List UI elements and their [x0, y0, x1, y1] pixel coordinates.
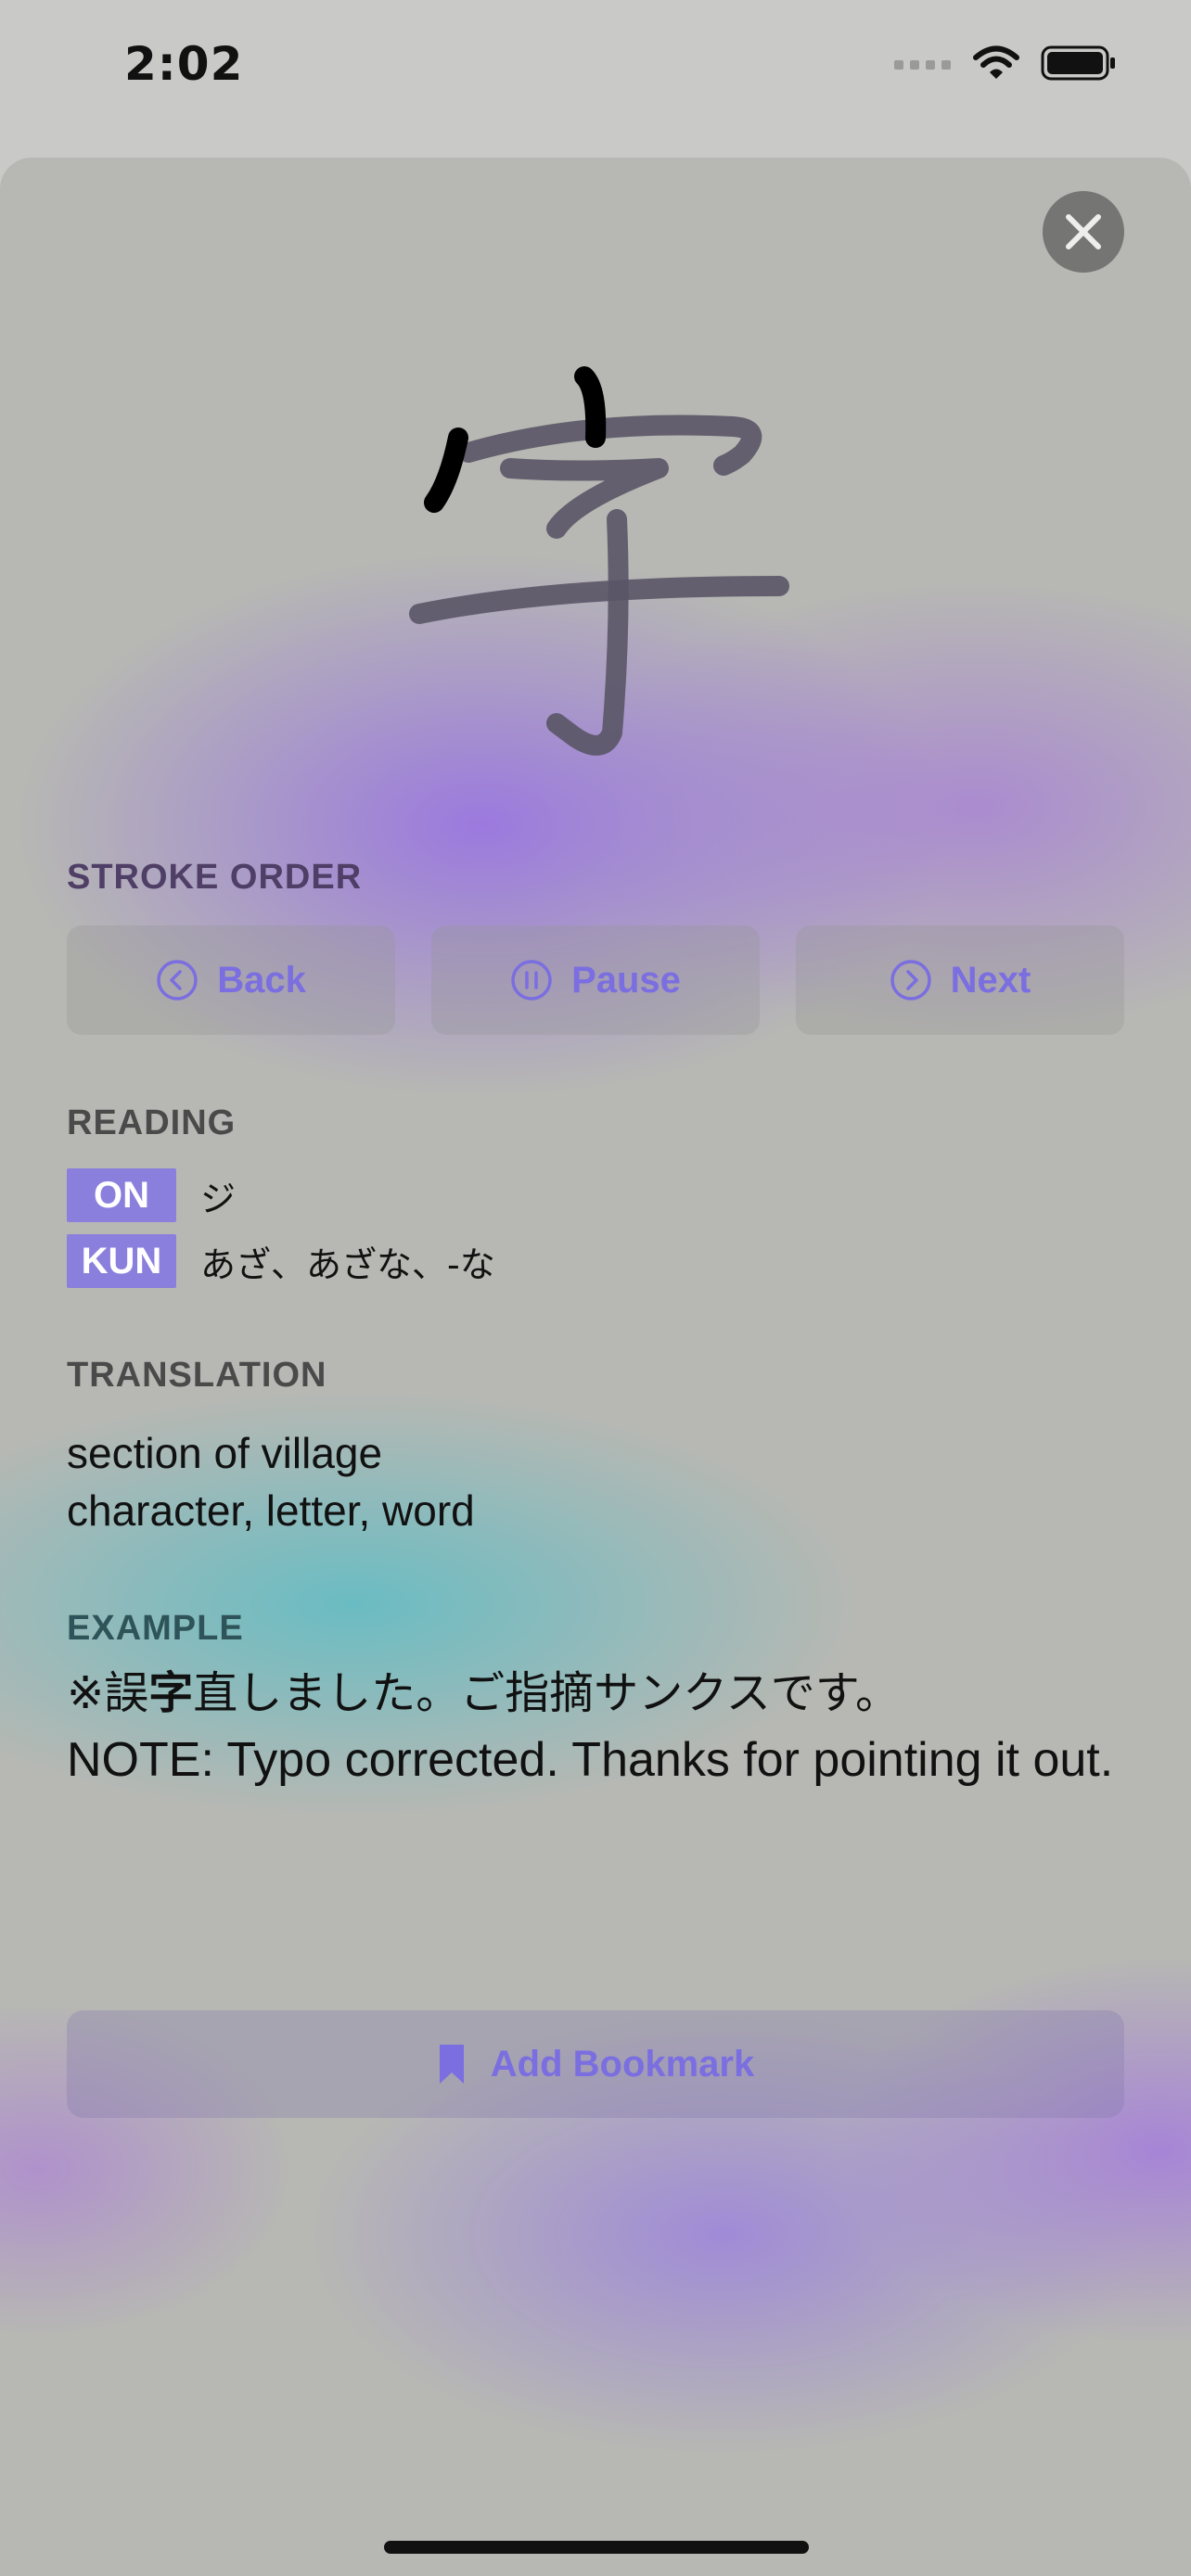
kanji-stroke-2 [424, 427, 468, 513]
pause-circle-icon [510, 959, 553, 1001]
example-japanese-prefix: ※誤 [67, 1667, 149, 1719]
back-button-label: Back [217, 959, 306, 1001]
translation-label: TRANSLATION [67, 1356, 327, 1395]
close-button[interactable] [1043, 191, 1124, 273]
add-bookmark-button[interactable]: Add Bookmark [67, 2010, 1124, 2118]
translation-line: section of village [67, 1429, 383, 1477]
wifi-icon [973, 45, 1019, 79]
translation-text: section of village character, letter, wo… [67, 1424, 475, 1539]
close-icon [1066, 214, 1101, 249]
next-button[interactable]: Next [796, 925, 1124, 1035]
example-english: NOTE: Typo corrected. Thanks for pointin… [67, 1733, 1114, 1787]
example-text: ※誤字直しました。ご指摘サンクスです。 NOTE: Typo corrected… [67, 1660, 1115, 1793]
example-highlight-kanji: 字 [148, 1667, 194, 1719]
bookmark-icon [439, 2045, 464, 2084]
kanji-stroke-5 [409, 576, 789, 624]
battery-icon [1041, 45, 1115, 81]
cellular-signal-icon [894, 60, 951, 70]
back-button[interactable]: Back [67, 925, 395, 1035]
kanji-stroke-6 [546, 509, 629, 756]
status-bar: 2:02 [0, 0, 1191, 139]
kanji-stroke-1 [574, 366, 607, 448]
example-japanese-suffix: 直しました。ご指摘サンクスです。 [193, 1667, 901, 1719]
kanji-stroke-4 [500, 458, 669, 539]
translation-line: character, letter, word [67, 1486, 475, 1535]
add-bookmark-label: Add Bookmark [490, 2043, 755, 2085]
stroke-order-label: STROKE ORDER [67, 858, 363, 897]
status-time: 2:02 [124, 37, 244, 91]
example-label: EXAMPLE [67, 1609, 244, 1648]
kun-reading-row: KUN あざ、あざな、-な [67, 1234, 495, 1288]
chevron-right-circle-icon [890, 959, 932, 1001]
example-japanese: ※誤字直しました。ご指摘サンクスです。 [67, 1660, 1115, 1727]
on-badge: ON [67, 1168, 176, 1222]
pause-button-label: Pause [571, 959, 681, 1001]
next-button-label: Next [950, 959, 1031, 1001]
pause-button[interactable]: Pause [431, 925, 760, 1035]
on-reading-row: ON ジ [67, 1168, 236, 1222]
kanji-stroke-diagram: 字 [390, 343, 807, 788]
kanji-character: 字 [598, 657, 599, 659]
on-reading-value: ジ [200, 1178, 237, 1219]
kun-reading-value: あざ、あざな、-な [200, 1243, 495, 1285]
home-indicator[interactable] [384, 2541, 809, 2554]
reading-label: READING [67, 1103, 237, 1142]
kun-badge: KUN [67, 1234, 176, 1288]
status-icons [894, 45, 1117, 82]
chevron-left-circle-icon [156, 959, 198, 1001]
kanji-stroke-drawing: 字 [409, 366, 789, 756]
